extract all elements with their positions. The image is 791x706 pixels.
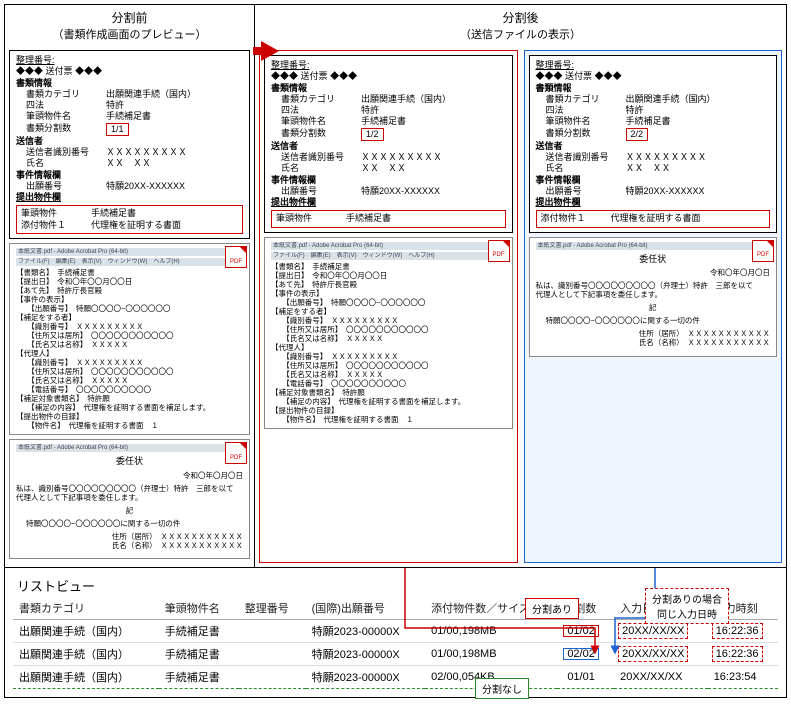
- split-count-after1: 1/2: [361, 128, 384, 141]
- table-row[interactable]: 出願関連手続（国内）手続補足書特願2023-00000X01/00,198MB0…: [13, 642, 778, 665]
- pdf-line: 【氏名又は名称】 ＸＸＸＸＸ: [16, 340, 243, 349]
- after-title: 分割後: [255, 9, 786, 26]
- col-serial: 整理番号: [239, 597, 306, 620]
- after-subtitle: （送信ファイルの表示）: [255, 26, 786, 42]
- before-subtitle: （書類作成画面のプレビュー）: [5, 26, 254, 42]
- pdf-line: 【提出物件の目録】: [16, 412, 243, 421]
- pdf-icon: PDF: [225, 442, 247, 464]
- pdf-line: 【書類名】 手続補足書: [271, 262, 506, 271]
- pdf-line: 【氏名又は名称】 ＸＸＸＸＸ: [271, 370, 506, 379]
- arrow-right-icon: [261, 41, 279, 61]
- serial-label: 整理番号:: [16, 55, 55, 65]
- pdf-line: 【補足対象書類名】 特許願: [271, 388, 506, 397]
- cover-sheet-after1: 整理番号: ◆◆◆ 送付票 ◆◆◆ 書類情報 書類カテゴリ出願関連手続（国内） …: [264, 55, 513, 233]
- submitted-items-box-after2: 添付物件１代理権を証明する書面: [536, 210, 771, 227]
- pdf-line: 【補足対象書類名】 特許願: [16, 394, 243, 403]
- pdf-line: 【提出日】 令和〇年〇〇月〇〇日: [16, 277, 243, 286]
- col-head: 筆頭物件名: [159, 597, 239, 620]
- before-header: 分割前 （書類作成画面のプレビュー）: [5, 5, 254, 46]
- pdf-line: 【補足の内容】 代理権を証明する書面を補足します。: [16, 403, 243, 412]
- pdf-line: 【住所又は居所】 〇〇〇〇〇〇〇〇〇〇〇: [271, 325, 506, 334]
- time-cell: 16:22:36: [714, 625, 761, 637]
- cover-sheet-before: 整理番号: ◆◆◆ 送付票 ◆◆◆ 書類情報 書類カテゴリ出願関連手続（国内） …: [9, 50, 250, 239]
- pdf-icon: PDF: [225, 246, 247, 268]
- cover-sheet-after2: 整理番号: ◆◆◆ 送付票 ◆◆◆ 書類情報 書類カテゴリ出願関連手続（国内） …: [529, 55, 778, 233]
- split-count-before: 1/1: [106, 123, 129, 136]
- pdf-line: 【あて先】 特許庁長官殿: [271, 280, 506, 289]
- pdf-main-doc-after1: PDF 本紙文書.pdf - Adobe Acrobat Pro (64-bit…: [264, 237, 513, 429]
- pdf-main-doc-before: PDF 本紙文書.pdf - Adobe Acrobat Pro (64-bit…: [9, 243, 250, 435]
- pdf-line: 【事件の表示】: [271, 289, 506, 298]
- after-header: 分割後 （送信ファイルの表示）: [255, 5, 786, 46]
- pdf-line: 【提出物件の目録】: [271, 406, 506, 415]
- pdf-line: 【識別番号】 ＸＸＸＸＸＸＸＸＸ: [271, 316, 506, 325]
- top-row: 分割前 （書類作成画面のプレビュー） 整理番号: ◆◆◆ 送付票 ◆◆◆ 書類情…: [5, 5, 786, 568]
- pdf-poa-doc-after2: PDF 本紙文書.pdf - Adobe Acrobat Pro (64-bit…: [529, 237, 778, 357]
- pdf-line: 【氏名又は名称】 ＸＸＸＸＸ: [271, 334, 506, 343]
- pdf-line: 【住所又は居所】 〇〇〇〇〇〇〇〇〇〇〇: [16, 367, 243, 376]
- pdf-line: 【物件名】 代理権を証明する書面 １: [271, 415, 506, 424]
- split-count-after2: 2/2: [626, 128, 649, 141]
- pdf-line: 【住所又は居所】 〇〇〇〇〇〇〇〇〇〇〇: [271, 361, 506, 370]
- callout-split-yes: 分割あり: [525, 598, 579, 619]
- pdf-line: 【出願番号】 特願〇〇〇〇−〇〇〇〇〇〇: [271, 298, 506, 307]
- col-category: 書類カテゴリ: [13, 597, 159, 620]
- pdf-line: 【事件の表示】: [16, 295, 243, 304]
- pdf-line: 【氏名又は名称】 ＸＸＸＸＸ: [16, 376, 243, 385]
- pdf-icon: PDF: [752, 240, 774, 262]
- pdf-line: 【提出日】 令和〇年〇〇月〇〇日: [271, 271, 506, 280]
- pdf-line: 【物件名】 代理権を証明する書面 １: [16, 421, 243, 430]
- pdf-line: 【識別番号】 ＸＸＸＸＸＸＸＸＸ: [271, 352, 506, 361]
- after-column: 分割後 （送信ファイルの表示） 整理番号: ◆◆◆ 送付票 ◆◆◆ 書類情報 書…: [255, 5, 786, 567]
- pdf-line: 【識別番号】 ＸＸＸＸＸＸＸＸＸ: [16, 322, 243, 331]
- pdf-line: 【書類名】 手続補足書: [16, 268, 243, 277]
- pdf1-lines: 【書類名】 手続補足書【提出日】 令和〇年〇〇月〇〇日【あて先】 特許庁長官殿【…: [16, 268, 243, 430]
- pdf-poa-doc-before: PDF 本紙文書.pdf - Adobe Acrobat Pro (64-bit…: [9, 439, 250, 559]
- pdf-line: 【電話番号】 〇〇〇〇〇〇〇〇〇〇: [271, 379, 506, 388]
- date-cell: 20XX/XX/XX: [620, 648, 686, 660]
- pdf-line: 【住所又は居所】 〇〇〇〇〇〇〇〇〇〇〇: [16, 331, 243, 340]
- pdf-icon: PDF: [488, 240, 510, 262]
- split-cell: 01/01: [563, 671, 599, 683]
- before-title: 分割前: [5, 9, 254, 26]
- pdf-line: 【電話番号】 〇〇〇〇〇〇〇〇〇〇: [16, 385, 243, 394]
- callout-same-datetime: 分割ありの場合 同じ入力日時: [645, 588, 729, 624]
- split-cell: 01/02: [563, 625, 599, 637]
- pdf-line: 【あて先】 特許庁長官殿: [16, 286, 243, 295]
- submitted-items-box-after1: 筆頭物件手続補足書: [271, 210, 506, 227]
- pdf-line: 【代理人】: [271, 343, 506, 352]
- table-row[interactable]: 出願関連手続（国内）手続補足書特願2023-00000X02/00,054KB0…: [13, 665, 778, 688]
- pdf-line: 【補足をする者】: [16, 313, 243, 322]
- after-panel-2: 整理番号: ◆◆◆ 送付票 ◆◆◆ 書類情報 書類カテゴリ出願関連手続（国内） …: [524, 50, 783, 563]
- col-app: (国際)出願番号: [306, 597, 426, 620]
- pdf-line: 【出願番号】 特願〇〇〇〇−〇〇〇〇〇〇: [16, 304, 243, 313]
- after-panel-1: 整理番号: ◆◆◆ 送付票 ◆◆◆ 書類情報 書類カテゴリ出願関連手続（国内） …: [259, 50, 518, 563]
- pdf1-lines: 【書類名】 手続補足書【提出日】 令和〇年〇〇月〇〇日【あて先】 特許庁長官殿【…: [271, 262, 506, 424]
- pdf-line: 【補足の内容】 代理権を証明する書面を補足します。: [271, 397, 506, 406]
- bottom-area: 分割あり 分割ありの場合 同じ入力日時 リストビュー 書類カテゴリ 筆頭物件名 …: [5, 568, 786, 697]
- before-column: 分割前 （書類作成画面のプレビュー） 整理番号: ◆◆◆ 送付票 ◆◆◆ 書類情…: [5, 5, 255, 567]
- date-cell: 20XX/XX/XX: [620, 625, 686, 637]
- submitted-items-box-before: 筆頭物件手続補足書 添付物件１代理権を証明する書面: [16, 205, 243, 234]
- pdf-line: 【識別番号】 ＸＸＸＸＸＸＸＸＸ: [16, 358, 243, 367]
- pdf-line: 【代理人】: [16, 349, 243, 358]
- time-cell: 16:22:36: [714, 648, 761, 660]
- pdf-line: 【補足をする者】: [271, 307, 506, 316]
- callout-split-no: 分割なし: [475, 678, 529, 699]
- split-cell: 02/02: [563, 648, 599, 660]
- diagram-frame: 分割前 （書類作成画面のプレビュー） 整理番号: ◆◆◆ 送付票 ◆◆◆ 書類情…: [4, 4, 787, 698]
